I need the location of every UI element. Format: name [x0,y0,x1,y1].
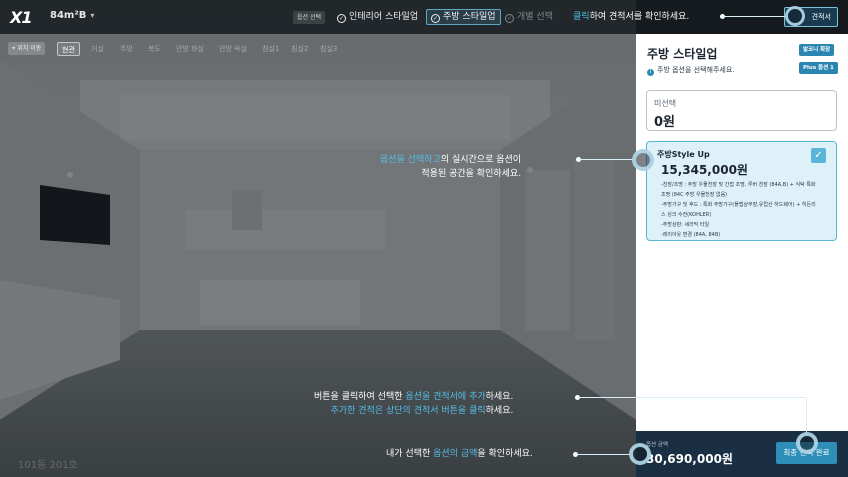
info-icon: i [647,69,654,76]
unit-type-select[interactable]: 84m²B ▾ [50,10,94,21]
option-price: 15,345,000원 [661,163,748,177]
option-detail-line: -천장/조명 : 주방 우물천장 및 간접 조명, 루버 천장 (84A,B) … [661,182,816,188]
guide-connector [806,397,807,435]
tag-plus-option: Plus 옵션 1 [799,62,838,74]
guide-highlight: 추가한 견적은 상단의 견적서 버튼을 클릭 [330,406,486,416]
location-move-button[interactable]: ⌖ 위치 이동 [8,42,46,55]
room-tab-entrance[interactable]: 현관 [57,42,80,56]
step-label: 주방 스타일업 [443,12,496,22]
room-tab-living[interactable]: 거실 [87,42,108,56]
room-tab-master-bath[interactable]: 안방 욕실 [215,42,251,56]
option-detail-line: -주방상판: 세라믹 타일 [661,222,710,228]
guide-text: 버튼을 클릭하여 선택한 [314,392,406,402]
tag-balcony: 발코니 확장 [799,44,835,56]
guide-text: 하세요. [485,406,514,416]
option-detail-line: -주방가구 및 후드 : 특화 주방가구(플랩상부장,유럽산 하드웨어) + 히… [661,202,816,208]
guide-select: 옵션을 선택하고의 실시간으로 옵션이 적용된 공간을 확인하세요. [380,153,521,181]
step-kitchen-styleup[interactable]: ✓ 주방 스타일업 [426,9,501,25]
option-detail-line: 조명 (84C 주방 우물천장 없음) [661,192,728,198]
guide-ring-final [796,432,818,454]
guide-ring-quote [785,6,805,26]
option-card-kitchen-styleup[interactable]: 주방Style Up 15,345,000원 ✓ -천장/조명 : 주방 우물천… [646,141,837,241]
option-name: 주방Style Up [657,150,710,159]
total-label: 옵션 금액 [646,442,668,448]
option-label: 미선택 [654,99,677,108]
room-tab-kitchen[interactable]: 주방 [116,42,137,56]
guide-text: 내가 선택한 [386,449,434,459]
total-amount: 30,690,000원 [646,452,733,466]
guide-connector [577,397,806,398]
option-detail-line: -레이아웃 변경 (84A, 84B) [661,232,721,238]
option-detail-line: 스 싱크 수전(KOHLER) [661,212,712,218]
guide-highlight: 옵션을 견적서에 추가 [405,392,486,402]
app-root: X1 84m²B ▾ 옵션 선택 ✓ 인테리어 스타일업 ✓ 주방 스타일업 ✓ 개별 … [0,0,848,477]
guide-text: 하세요. [485,392,514,402]
option-details: -천장/조명 : 주방 우물천장 및 간접 조명, 루버 천장 (84A,B) … [661,180,833,240]
guide-line-2: 추가한 견적은 상단의 견적서 버튼을 클릭하세요. [314,404,514,418]
guide-connector [578,159,636,160]
step-individual-select[interactable]: ✓ 개별 선택 [505,11,553,23]
option-price: 0원 [654,115,676,130]
guide-text: 적용된 공간을 확인하세요. [421,169,522,179]
guide-ring-total [629,443,651,465]
location-move-label: 위치 이동 [17,45,42,52]
guide-ring-option [632,149,654,171]
room-tab-hallway[interactable]: 복도 [144,42,165,56]
chevron-down-icon: ▾ [90,11,95,20]
guide-line-1: 옵션을 선택하고의 실시간으로 옵션이 [380,153,521,167]
step-label: 인테리어 스타일업 [349,12,419,22]
unit-label: 101동 201호 [18,460,78,471]
unit-type-label: 84m²B [50,10,87,21]
panel-title: 주방 스타일업 [647,47,718,61]
guide-text: 을 확인하세요. [477,449,533,459]
step-badge: 옵션 선택 [293,11,325,24]
room-tab-master-dress[interactable]: 안방 화실 [172,42,208,56]
guide-highlight: 옵션의 금액 [433,449,478,459]
guide-connector [722,16,788,17]
step-label: 개별 선택 [517,12,553,22]
guide-amount: 내가 선택한 옵션의 금액을 확인하세요. [386,447,533,461]
check-circle-icon: ✓ [431,14,440,23]
check-circle-icon: ✓ [337,14,346,23]
guide-text: 의 실시간으로 옵션이 [440,155,522,165]
room-tab-bedroom2[interactable]: 침실2 [287,42,312,56]
guide-connector [575,454,631,455]
option-panel: 주방 스타일업 i 주방 옵션을 선택해주세요. 발코니 확장 Plus 옵션 1… [636,34,848,431]
step-interior-styleup[interactable]: ✓ 인테리어 스타일업 [337,11,418,23]
option-card-none[interactable]: 미선택 0원 [646,90,837,131]
guide-line-1: 버튼을 클릭하여 선택한 옵션을 견적서에 추가하세요. [314,390,513,404]
room-tab-bedroom3[interactable]: 침실3 [316,42,341,56]
guide-highlight: 클릭 [573,12,590,22]
panel-subtitle-text: 주방 옵션을 선택해주세요. [657,66,735,74]
guide-quote: 클릭하여 견적서를 확인하세요. [573,10,689,24]
check-circle-icon: ✓ [505,14,514,23]
guide-text: 하여 견적서를 확인하세요. [589,12,690,22]
quote-button-label: 견적서 [811,13,831,21]
pin-icon: ⌖ [12,45,16,52]
brand-logo: X1 [10,8,32,27]
room-tab-bedroom1[interactable]: 침실1 [258,42,283,56]
guide-add: 버튼을 클릭하여 선택한 옵션을 견적서에 추가하세요. 추가한 견적은 상단의… [314,390,513,418]
panel-subtitle: i 주방 옵션을 선택해주세요. [647,65,735,76]
checkbox-checked-icon[interactable]: ✓ [811,148,826,163]
guide-highlight: 옵션을 선택하고 [380,155,441,165]
